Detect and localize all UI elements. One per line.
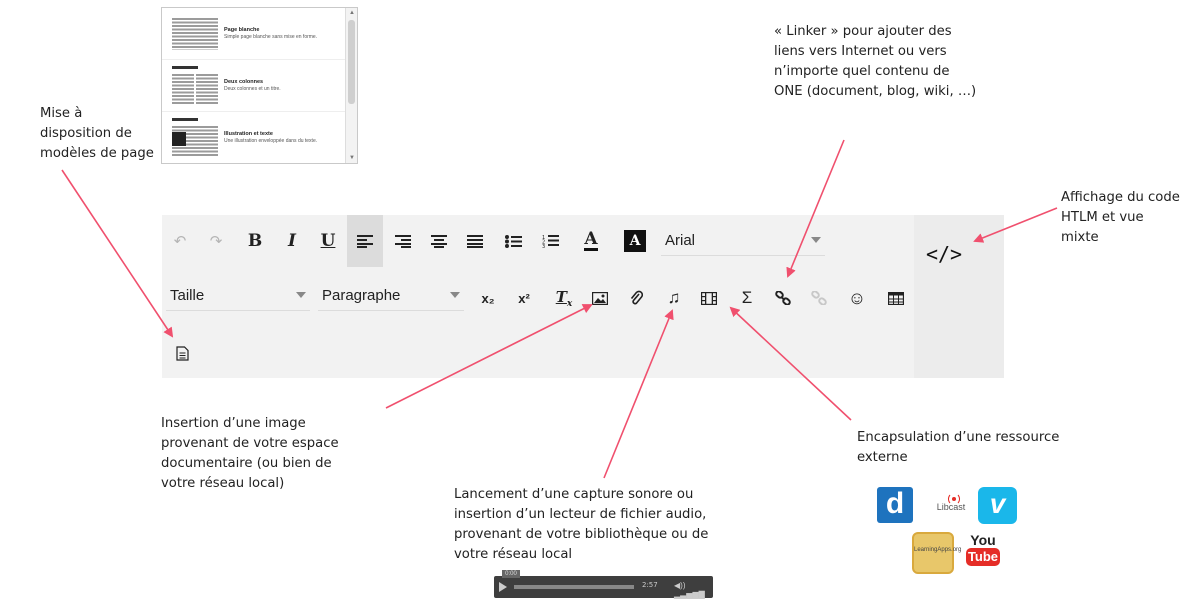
code-view-button[interactable]: </> (924, 239, 964, 269)
template-thumb-icon (172, 126, 218, 156)
dailymotion-logo: d (877, 487, 913, 523)
chevron-down-icon (450, 292, 460, 298)
unlink-icon (811, 291, 827, 305)
font-family-value: Arial (665, 232, 696, 249)
paperclip-icon (630, 290, 643, 305)
chevron-down-icon (296, 292, 306, 298)
align-justify-icon (467, 234, 483, 248)
align-justify-button[interactable] (462, 226, 488, 256)
background-color-icon: A (624, 230, 646, 252)
undo-button[interactable]: ↶ (168, 226, 192, 256)
template-button[interactable] (170, 338, 194, 368)
clear-format-icon: Tx (555, 287, 573, 309)
volume-icon[interactable]: ◀)) ▂▃▅▆▇ (674, 581, 713, 599)
align-center-button[interactable] (426, 226, 452, 256)
template-title: Page blanche (224, 27, 260, 33)
template-item-two-columns[interactable]: Deux colonnes Deux colonnes et un titre. (162, 60, 345, 112)
annotation-code-view: Affichage du code HTLM et vue mixte (1061, 190, 1180, 245)
insert-video-button[interactable] (697, 283, 721, 313)
bullet-list-button[interactable] (500, 226, 526, 256)
paragraph-format-value: Paragraphe (322, 287, 401, 304)
font-size-select[interactable]: Taille (166, 281, 310, 311)
libcast-logo: Libcast (930, 494, 972, 516)
player-time-tooltip: 0:00 (502, 570, 520, 578)
template-item-blank[interactable]: Page blanche Simple page blanche sans mi… (162, 8, 345, 60)
insert-link-button[interactable] (770, 283, 796, 313)
template-item-illustration[interactable]: Illustration et texte Une illustration e… (162, 112, 345, 163)
signal-icon (948, 494, 960, 504)
link-icon (775, 291, 791, 305)
insert-audio-button[interactable]: ♫ (662, 283, 686, 313)
bullet-list-icon (504, 234, 522, 248)
paragraph-format-select[interactable]: Paragraphe (318, 281, 464, 311)
font-family-select[interactable]: Arial (661, 226, 825, 256)
youtube-logo-bottom: Tube (966, 548, 1000, 566)
scroll-up-icon[interactable]: ▲ (347, 8, 357, 18)
arrow-templates (61, 169, 174, 338)
template-thumb-icon (172, 74, 218, 106)
film-icon (701, 291, 717, 305)
clear-format-button[interactable]: Tx (551, 283, 577, 313)
underline-label: U (320, 231, 336, 251)
text-color-button[interactable]: A (578, 226, 604, 256)
bold-button[interactable]: B (243, 226, 267, 256)
scroll-down-icon[interactable]: ▼ (347, 153, 357, 163)
align-right-button[interactable] (390, 226, 416, 256)
play-icon[interactable] (499, 582, 507, 592)
chevron-down-icon (811, 237, 821, 243)
align-right-icon (395, 234, 411, 248)
numbered-list-icon: 123 (542, 235, 559, 248)
insert-image-button[interactable] (588, 283, 612, 313)
audio-progress-bar[interactable] (514, 585, 634, 589)
subscript-button[interactable]: x₂ (476, 283, 500, 313)
annotation-embed: Encapsulation d’une ressource externe (857, 430, 1060, 465)
image-icon (592, 291, 608, 305)
annotation-linker: « Linker » pour ajouter des liens vers I… (774, 24, 977, 99)
annotation-templates: Mise à disposition de modèles de page (40, 106, 154, 161)
scroll-thumb[interactable] (348, 20, 355, 104)
formula-button[interactable]: Σ (735, 283, 759, 313)
unlink-button[interactable] (806, 283, 832, 313)
insert-table-button[interactable] (884, 283, 908, 313)
youtube-logo: You Tube (966, 532, 1000, 570)
superscript-button[interactable]: x² (512, 283, 536, 313)
learningapps-logo: LearningApps.org (912, 532, 961, 574)
redo-button[interactable]: ↷ (204, 226, 228, 256)
template-heading-icon (172, 118, 198, 121)
audio-duration: 2:57 (642, 581, 658, 589)
annotation-image: Insertion d’une image provenant de votre… (161, 416, 339, 491)
youtube-logo-top: You (970, 532, 996, 548)
attach-file-button[interactable] (624, 283, 648, 313)
vimeo-logo: v (978, 487, 1017, 524)
emoji-button[interactable]: ☺ (845, 283, 869, 313)
align-center-icon (431, 234, 447, 248)
template-title: Deux colonnes (224, 79, 264, 85)
template-desc: Deux colonnes et un titre. (224, 86, 281, 92)
align-left-button[interactable] (347, 215, 383, 267)
template-desc: Une illustration enveloppée dans du text… (224, 138, 318, 144)
svg-text:3: 3 (542, 244, 545, 248)
background-color-button[interactable]: A (620, 226, 650, 256)
audio-player[interactable]: 0:00 2:57 ◀)) ▂▃▅▆▇ (494, 570, 713, 599)
text-color-icon: A (584, 229, 598, 251)
underline-button[interactable]: U (316, 226, 340, 256)
align-left-icon (357, 234, 373, 248)
template-heading-icon (172, 66, 198, 69)
document-icon (175, 345, 189, 361)
table-icon (888, 291, 904, 305)
clear-format-label: T (555, 287, 567, 306)
annotation-audio: Lancement d’une capture sonore ou insert… (454, 487, 709, 562)
italic-button[interactable]: I (280, 226, 304, 256)
template-thumb-icon (172, 18, 218, 50)
template-picker[interactable]: Page blanche Simple page blanche sans mi… (161, 7, 358, 164)
font-size-value: Taille (170, 287, 205, 304)
template-title: Illustration et texte (224, 131, 273, 137)
template-scrollbar[interactable]: ▲ ▼ (345, 8, 357, 163)
template-desc: Simple page blanche sans mise en forme. (224, 34, 318, 40)
numbered-list-button[interactable]: 123 (537, 226, 563, 256)
